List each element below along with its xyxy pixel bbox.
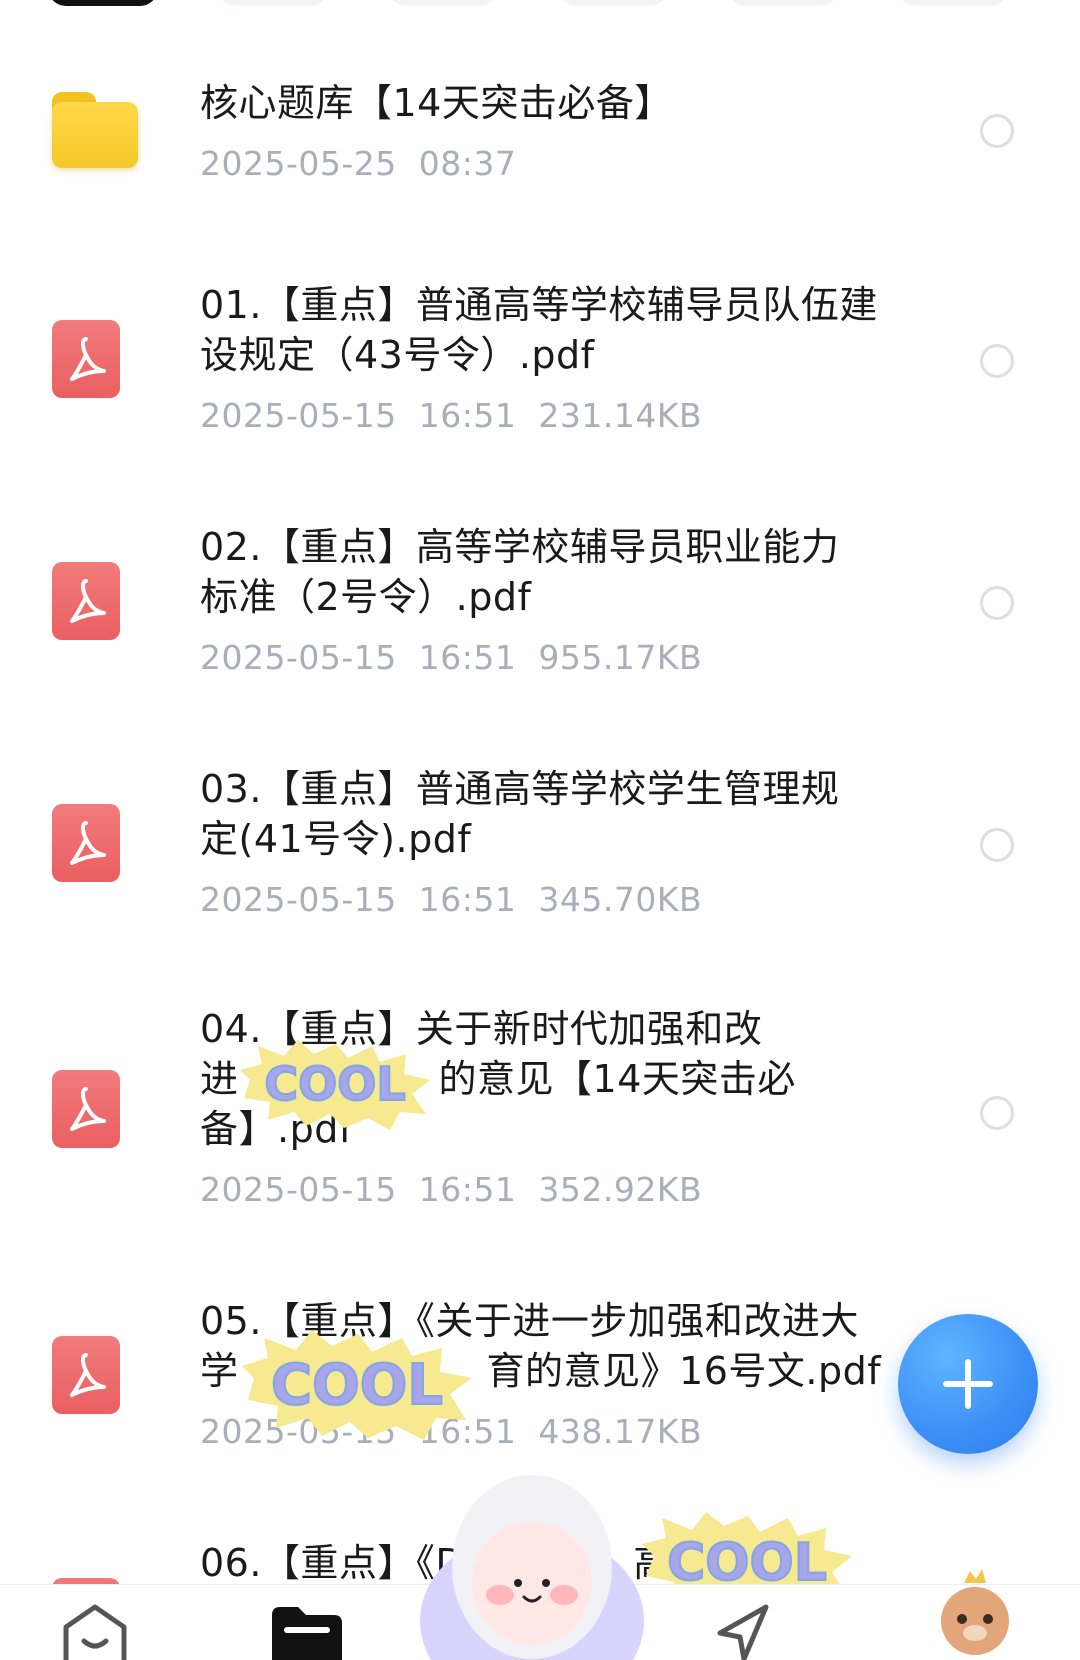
select-radio[interactable]	[980, 586, 1014, 620]
file-meta: 2025-05-15 16:51 231.14KB	[200, 394, 920, 438]
list-item[interactable]: 核心题库【14天突击必备】 2025-05-25 08:37	[0, 72, 1080, 212]
file-size: 231.14KB	[538, 396, 703, 435]
top-tab[interactable]	[728, 0, 838, 6]
top-tab[interactable]	[218, 0, 328, 6]
file-name: 核心题库【14天突击必备】	[200, 81, 673, 125]
sticker-text: COOL	[271, 1353, 443, 1418]
file-name-line: 标准（2号令）.pdf	[200, 575, 532, 619]
select-radio[interactable]	[980, 114, 1014, 148]
folder-icon	[52, 92, 138, 170]
top-tab[interactable]	[898, 0, 1008, 6]
pdf-icon	[52, 320, 120, 398]
file-date: 2025-05-15	[200, 396, 397, 435]
file-time: 16:51	[418, 1170, 517, 1209]
pdf-icon	[52, 562, 120, 640]
file-size: 345.70KB	[538, 880, 703, 919]
pdf-icon	[52, 1336, 120, 1414]
pdf-icon	[52, 1070, 120, 1148]
send-icon[interactable]	[714, 1603, 774, 1660]
top-tab[interactable]	[558, 0, 668, 6]
list-item[interactable]: 02.【重点】高等学校辅导员职业能力 标准（2号令）.pdf 2025-05-1…	[0, 522, 1080, 692]
file-date: 2025-05-15	[200, 880, 397, 919]
select-radio[interactable]	[980, 1096, 1014, 1130]
file-name-line: 01.【重点】普通高等学校辅导员队伍建	[200, 283, 878, 327]
pdf-icon	[52, 804, 120, 882]
file-name-line: 设规定（43号令）.pdf	[200, 333, 595, 377]
file-size: 352.92KB	[538, 1170, 703, 1209]
file-meta: 2025-05-15 16:51 955.17KB	[200, 636, 920, 680]
list-item[interactable]: 04.【重点】关于新时代加强和改 进的意见【14天突击必 备】.pdf 2025…	[0, 1004, 1080, 1224]
file-size: 955.17KB	[538, 638, 703, 677]
file-meta: 2025-05-15 16:51 352.92KB	[200, 1168, 920, 1212]
top-tab-bar	[0, 0, 1080, 6]
file-meta: 2025-05-25 08:37	[200, 142, 920, 186]
profile-avatar[interactable]	[940, 1569, 1010, 1660]
file-time: 16:51	[418, 396, 517, 435]
cool-sticker: COOL	[242, 1330, 472, 1440]
file-time: 16:51	[418, 880, 517, 919]
file-date: 2025-05-25	[200, 144, 397, 183]
list-item[interactable]: 03.【重点】普通高等学校学生管理规 定(41号令).pdf 2025-05-1…	[0, 764, 1080, 934]
file-name-line: 03.【重点】普通高等学校学生管理规	[200, 767, 840, 811]
top-tab[interactable]	[388, 0, 498, 6]
file-meta: 2025-05-15 16:51 345.70KB	[200, 878, 920, 922]
sticker-text: COOL	[264, 1057, 405, 1111]
file-name-line: 02.【重点】高等学校辅导员职业能力	[200, 525, 840, 569]
file-date: 2025-05-15	[200, 1170, 397, 1209]
cool-sticker: COOL	[240, 1040, 430, 1130]
bottom-nav	[0, 1475, 1080, 1660]
select-radio[interactable]	[980, 344, 1014, 378]
file-date: 2025-05-15	[200, 638, 397, 677]
home-icon[interactable]	[60, 1603, 130, 1660]
select-radio[interactable]	[980, 828, 1014, 862]
top-tab-active[interactable]	[48, 0, 158, 6]
file-time: 08:37	[418, 144, 517, 183]
file-size: 438.17KB	[538, 1412, 703, 1451]
file-name-line: 定(41号令).pdf	[200, 817, 472, 861]
list-item[interactable]: 01.【重点】普通高等学校辅导员队伍建 设规定（43号令）.pdf 2025-0…	[0, 280, 1080, 450]
add-button[interactable]	[898, 1314, 1038, 1454]
files-icon[interactable]	[272, 1607, 342, 1660]
file-time: 16:51	[418, 638, 517, 677]
mascot-avatar[interactable]	[420, 1471, 644, 1660]
